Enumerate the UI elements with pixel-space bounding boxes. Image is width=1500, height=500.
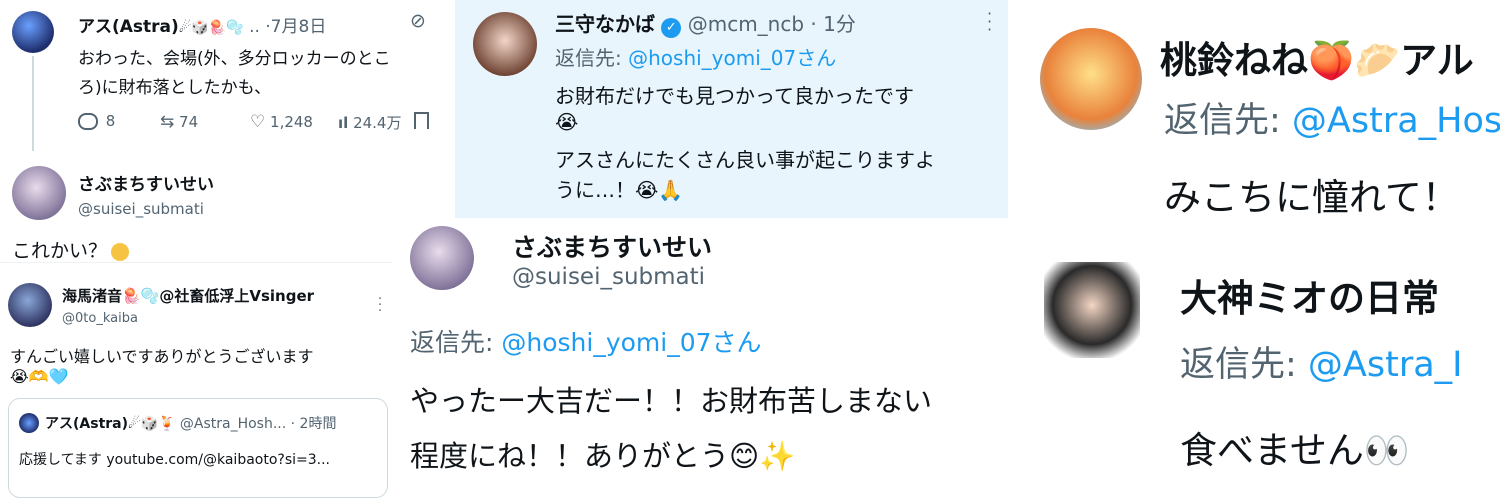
like-count: 1,248 xyxy=(270,113,313,131)
view-count: 24.4万 xyxy=(353,114,402,132)
author-name[interactable]: 海馬渚音🪼🫧@社畜低浮上Vsinger xyxy=(62,285,314,306)
bookmark-icon[interactable] xyxy=(414,112,429,129)
post-text-line3: アスさんにたくさん良い事が起こりますよ xyxy=(555,148,935,172)
reply-icon[interactable] xyxy=(78,113,98,130)
post-text-line1: おわった、会場(外、多分ロッカーのとこ xyxy=(78,49,391,69)
reply-to-handle[interactable]: @hoshi_yomi_07さん xyxy=(501,328,761,357)
author2-name[interactable]: 大神ミオの日常 xyxy=(1180,268,1439,322)
reply-author-handle[interactable]: @suisei_submati xyxy=(78,200,204,218)
handle-time[interactable]: @mcm_ncb · 1分 xyxy=(688,12,856,36)
post-text-2: 食べません👀 xyxy=(1180,429,1410,472)
quote-handle-time[interactable]: @Astra_Hosh... · 2時間 xyxy=(180,416,337,432)
reply-author-name[interactable]: さぶまちすいせい xyxy=(78,170,214,195)
surprised-face-icon xyxy=(111,242,130,261)
mio-avatar[interactable] xyxy=(1044,262,1140,358)
post-text-line2: 😭 xyxy=(555,110,579,134)
suisei-avatar[interactable] xyxy=(12,166,66,220)
post-text-line1: すんごい嬉しいですありがとうございます xyxy=(10,347,314,366)
post-text-line1: やったー大吉だー！！お財布苦しまない xyxy=(410,384,933,418)
like-icon[interactable]: ♡ xyxy=(250,112,265,132)
post-text-line2: 😭🫶🩵 xyxy=(10,367,69,386)
reply-to-prefix-1: 返信先: xyxy=(1164,101,1292,141)
nene-avatar[interactable] xyxy=(1040,28,1142,130)
kaiba-avatar[interactable] xyxy=(8,283,52,327)
reply-to-prefix: 返信先: xyxy=(410,328,502,357)
tweets-zoom-panel: 桃鈴ねね🍑🥟アル 返信先: @Astra_Hos みこちに憧れて！ 大神ミオの日… xyxy=(1012,0,1500,499)
thread-line xyxy=(32,56,34,151)
retweet-count: 74 xyxy=(179,113,199,131)
quoted-tweet[interactable]: アス(Astra)☄🎲🍹 @Astra_Hosh... · 2時間 応援してます… xyxy=(8,398,388,498)
tweet-astra-panel: アス(Astra)☄🎲🪼🫧 .. ·7月8日 ⊘ おわった、会場(外、多分ロッカ… xyxy=(0,0,455,265)
reply-to-handle-1[interactable]: @Astra_Hos xyxy=(1292,101,1500,141)
author-name[interactable]: アス(Astra) xyxy=(78,17,179,37)
quote-author-name[interactable]: アス(Astra)☄🎲🍹 xyxy=(45,416,175,432)
post-text-line2: 程度にね！！ありがとう😊✨ xyxy=(410,439,796,473)
reply-text: これかい？ xyxy=(12,240,108,262)
astra-avatar[interactable] xyxy=(12,11,54,53)
post-date[interactable]: ·7月8日 xyxy=(265,17,326,37)
reply-to-handle[interactable]: @hoshi_yomi_07さん xyxy=(628,46,836,70)
mimamori-avatar[interactable] xyxy=(473,12,537,76)
post-text-line4: うに…！😭🙏 xyxy=(555,178,684,202)
reply-count: 8 xyxy=(105,112,116,130)
author-name[interactable]: 三守なかば xyxy=(555,12,655,36)
astra-quote-avatar[interactable] xyxy=(19,413,39,433)
more-options-icon[interactable]: · · · xyxy=(378,293,382,318)
reply-to-handle-2[interactable]: @Astra_I xyxy=(1308,345,1463,385)
grok-icon[interactable]: ⊘ xyxy=(410,10,426,32)
author-handle[interactable]: @suisei_submati xyxy=(512,264,705,290)
time-separator: .. xyxy=(249,17,260,37)
quote-text: 応援してます youtube.com/@kaibaoto?si=3... xyxy=(19,452,331,468)
post-text-line2: ろ)に財布落としたかも、 xyxy=(78,78,272,98)
tweet-suisei-panel: さぶまちすいせい @suisei_submati 返信先: @hoshi_yom… xyxy=(392,218,1042,499)
tweet-kaiba-panel: 海馬渚音🪼🫧@社畜低浮上Vsinger @0to_kaiba · · · すんごい嬉… xyxy=(0,262,392,500)
post-text-line1: お財布だけでも見つかって良かったです xyxy=(555,84,914,108)
suisei-avatar[interactable] xyxy=(410,226,474,290)
author-emoji: ☄🎲🪼🫧 xyxy=(178,20,244,36)
verified-icon: ✓ xyxy=(661,18,682,38)
post-text-1: みこちに憧れて！ xyxy=(1164,176,1459,219)
retweet-icon[interactable]: ⇆ xyxy=(160,112,174,132)
author-name[interactable]: さぶまちすいせい xyxy=(512,228,712,264)
author-handle[interactable]: @0to_kaiba xyxy=(62,311,138,326)
reply-to-prefix: 返信先: xyxy=(555,46,629,70)
author1-name[interactable]: 桃鈴ねね🍑🥟アル xyxy=(1160,30,1474,84)
more-options-icon[interactable]: · · · xyxy=(987,6,992,38)
reply-to-prefix-2: 返信先: xyxy=(1180,345,1308,385)
views-icon[interactable]: ıl xyxy=(338,114,348,132)
tweet-mimamori-panel: 三守なかば ✓ @mcm_ncb · 1分 · · · 返信先: @hoshi_yo… xyxy=(455,0,1008,218)
